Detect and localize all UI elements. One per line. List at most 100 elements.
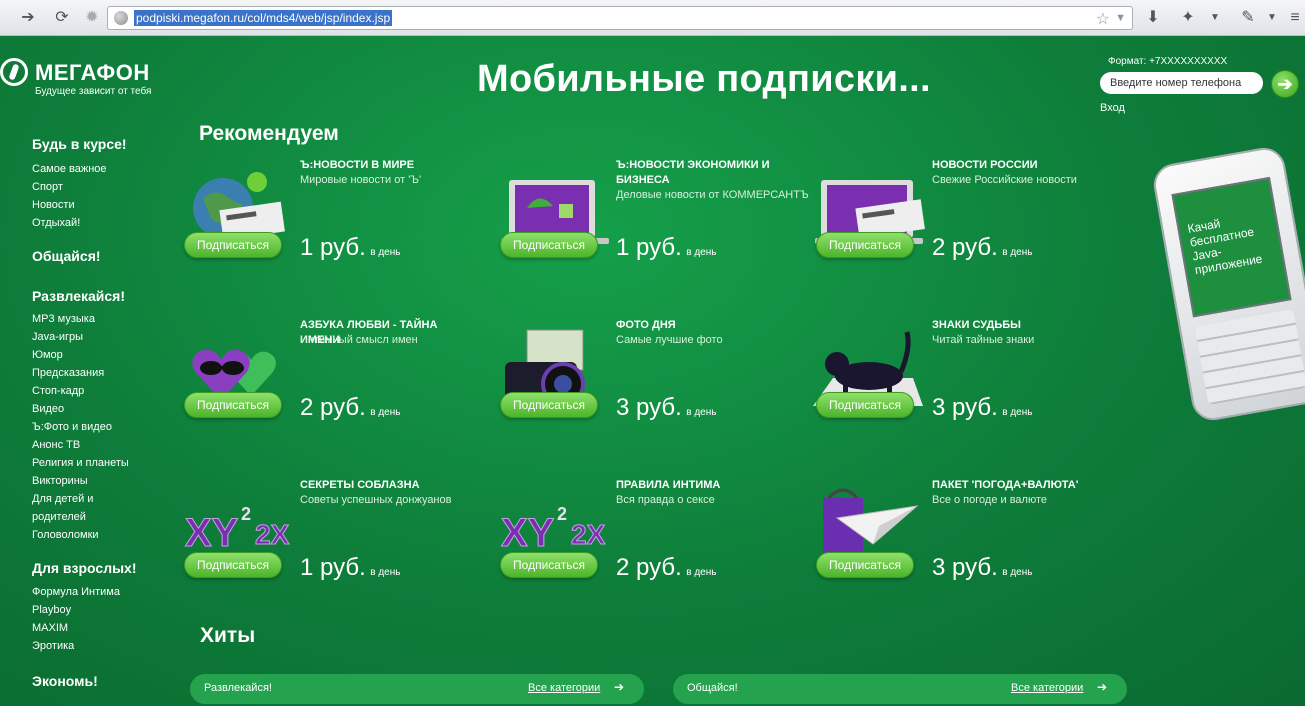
price-value: 1 руб. <box>300 234 366 261</box>
subscribe-button[interactable]: Подписаться <box>500 552 598 578</box>
subscribe-button[interactable]: Подписаться <box>816 232 914 258</box>
sidebar-link[interactable]: Java-игры <box>32 331 83 343</box>
product-title[interactable]: ЗНАКИ СУДЬБЫ <box>932 318 1112 333</box>
phone-format-label: Формат: +7XXXXXXXXXX <box>1108 56 1228 67</box>
phone-input[interactable]: Введите номер телефона <box>1100 72 1263 94</box>
product-title[interactable]: НОВОСТИ РОССИИ <box>932 158 1112 173</box>
page-title: Мобильные подписки... <box>477 58 931 100</box>
bookmark-star-icon[interactable]: ☆ <box>1096 9 1110 29</box>
sidebar-link[interactable]: Спорт <box>32 181 63 193</box>
sidebar-category[interactable]: Развлекайся! <box>32 288 125 304</box>
sidebar-link[interactable]: Викторины <box>32 475 88 487</box>
sidebar-link[interactable]: Отдыхай! <box>32 217 80 229</box>
banner-text: Качай бесплатное Java-приложение <box>1186 216 1264 278</box>
reload-icon[interactable]: ⟳ <box>52 8 72 28</box>
dropdown-arrow-icon[interactable]: ▼ <box>1205 8 1225 28</box>
forward-icon[interactable]: ➔ <box>18 8 38 28</box>
sidebar-link[interactable]: Ъ:Фото и видео <box>32 421 112 433</box>
price-value: 3 руб. <box>932 554 998 581</box>
product-desc: Советы успешных донжуанов <box>300 494 452 506</box>
price-unit: в день <box>686 567 717 578</box>
hits-heading: Хиты <box>200 624 256 647</box>
product-title[interactable]: ПАКЕТ 'ПОГОДА+ВАЛЮТА' <box>932 478 1112 493</box>
price-value: 3 руб. <box>616 394 682 421</box>
product-desc: Интимный смысл имен <box>300 334 418 346</box>
hits-bar-label: Развлекайся! <box>204 682 272 694</box>
subscribe-button[interactable]: Подписаться <box>184 232 282 258</box>
sidebar-link[interactable]: Самое важное <box>32 163 107 175</box>
product-title[interactable]: Ъ:НОВОСТИ ЭКОНОМИКИ И БИЗНЕСА <box>616 158 796 188</box>
globe-icon <box>114 11 128 25</box>
java-app-banner[interactable]: Качай бесплатное Java-приложение <box>1150 144 1305 424</box>
login-go-button[interactable]: ➔ <box>1271 70 1299 98</box>
menu-icon[interactable]: ≡ <box>1285 8 1305 28</box>
product-price: 3 руб. в день <box>616 394 716 422</box>
arrow-right-icon[interactable]: ➔ <box>614 680 624 694</box>
subscribe-button[interactable]: Подписаться <box>816 392 914 418</box>
sidebar-link[interactable]: Эротика <box>32 640 74 652</box>
product-desc: Деловые новости от КОММЕРСАНТЪ <box>616 189 809 201</box>
recommended-heading: Рекомендуем <box>199 122 339 145</box>
login-link[interactable]: Вход <box>1100 102 1125 114</box>
price-unit: в день <box>370 247 401 258</box>
subscribe-button[interactable]: Подписаться <box>500 232 598 258</box>
sidebar-link[interactable]: Предсказания <box>32 367 104 379</box>
product-card: Подписаться ЗНАКИ СУДЬБЫ Читай тайные зн… <box>813 318 1113 458</box>
product-title[interactable]: ПРАВИЛА ИНТИМА <box>616 478 796 493</box>
subscribe-button[interactable]: Подписаться <box>816 552 914 578</box>
product-title[interactable]: Ъ:НОВОСТИ В МИРЕ <box>300 158 480 173</box>
sidebar-link[interactable]: Юмор <box>32 349 63 361</box>
dropdown-arrow-icon[interactable]: ▼ <box>1262 8 1282 28</box>
sidebar-link[interactable]: MP3 музыка <box>32 313 95 325</box>
price-value: 2 руб. <box>932 234 998 261</box>
subscribe-button[interactable]: Подписаться <box>184 552 282 578</box>
product-price: 1 руб. в день <box>300 554 400 582</box>
addon-icon[interactable]: ✦ <box>1178 8 1198 28</box>
sidebar-link[interactable]: Анонс ТВ <box>32 439 80 451</box>
url-text[interactable]: podpiski.megafon.ru/col/mds4/web/jsp/ind… <box>134 10 393 26</box>
product-price: 2 руб. в день <box>300 394 400 422</box>
product-card: Подписаться НОВОСТИ РОССИИ Свежие Россий… <box>813 158 1113 298</box>
hits-bar-entertainment: Развлекайся! Все категории ➔ <box>190 674 644 704</box>
product-price: 1 руб. в день <box>300 234 400 262</box>
sidebar-link[interactable]: Для детей и <box>32 493 93 505</box>
product-price: 3 руб. в день <box>932 394 1032 422</box>
subscribe-button[interactable]: Подписаться <box>184 392 282 418</box>
product-card: Подписаться АЗБУКА ЛЮБВИ - ТАЙНА ИМЕНИ И… <box>181 318 481 458</box>
price-value: 3 руб. <box>932 394 998 421</box>
product-price: 2 руб. в день <box>932 234 1032 262</box>
product-desc: Самые лучшие фото <box>616 334 723 346</box>
sidebar-category[interactable]: Экономь! <box>32 673 98 689</box>
sidebar-link[interactable]: Стоп-кадр <box>32 385 84 397</box>
product-title[interactable]: СЕКРЕТЫ СОБЛАЗНА <box>300 478 480 493</box>
product-desc: Читай тайные знаки <box>932 334 1035 346</box>
address-bar[interactable]: podpiski.megafon.ru/col/mds4/web/jsp/ind… <box>107 6 1133 30</box>
price-unit: в день <box>1002 247 1033 258</box>
price-value: 1 руб. <box>616 234 682 261</box>
sidebar-link[interactable]: родителей <box>32 511 86 523</box>
stop-icon[interactable]: ✹ <box>82 8 102 28</box>
sidebar-category[interactable]: Будь в курсе! <box>32 136 127 152</box>
sidebar-link[interactable]: Религия и планеты <box>32 457 129 469</box>
download-icon[interactable]: ⬇ <box>1143 8 1163 28</box>
price-unit: в день <box>370 567 401 578</box>
sidebar-category[interactable]: Общайся! <box>32 248 101 264</box>
tools-icon[interactable]: ✎ <box>1238 8 1258 28</box>
sidebar-link[interactable]: Новости <box>32 199 75 211</box>
all-categories-link[interactable]: Все категории <box>528 682 600 694</box>
product-card: Подписаться Ъ:НОВОСТИ В МИРЕ Мировые нов… <box>181 158 481 298</box>
sidebar-category[interactable]: Для взрослых! <box>32 560 137 576</box>
product-card: Подписаться Ъ:НОВОСТИ ЭКОНОМИКИ И БИЗНЕС… <box>497 158 809 298</box>
svg-text:XY: XY <box>185 511 239 555</box>
subscribe-button[interactable]: Подписаться <box>500 392 598 418</box>
sidebar-link[interactable]: Головоломки <box>32 529 99 541</box>
sidebar-link[interactable]: Playboy <box>32 604 71 616</box>
arrow-right-icon[interactable]: ➔ <box>1097 680 1107 694</box>
product-title[interactable]: ФОТО ДНЯ <box>616 318 796 333</box>
all-categories-link[interactable]: Все категории <box>1011 682 1083 694</box>
product-desc: Вся правда о сексе <box>616 494 715 506</box>
dropdown-arrow-icon[interactable]: ▼ <box>1115 9 1126 27</box>
sidebar-link[interactable]: MAXIM <box>32 622 68 634</box>
sidebar-link[interactable]: Формула Интима <box>32 586 120 598</box>
sidebar-link[interactable]: Видео <box>32 403 64 415</box>
